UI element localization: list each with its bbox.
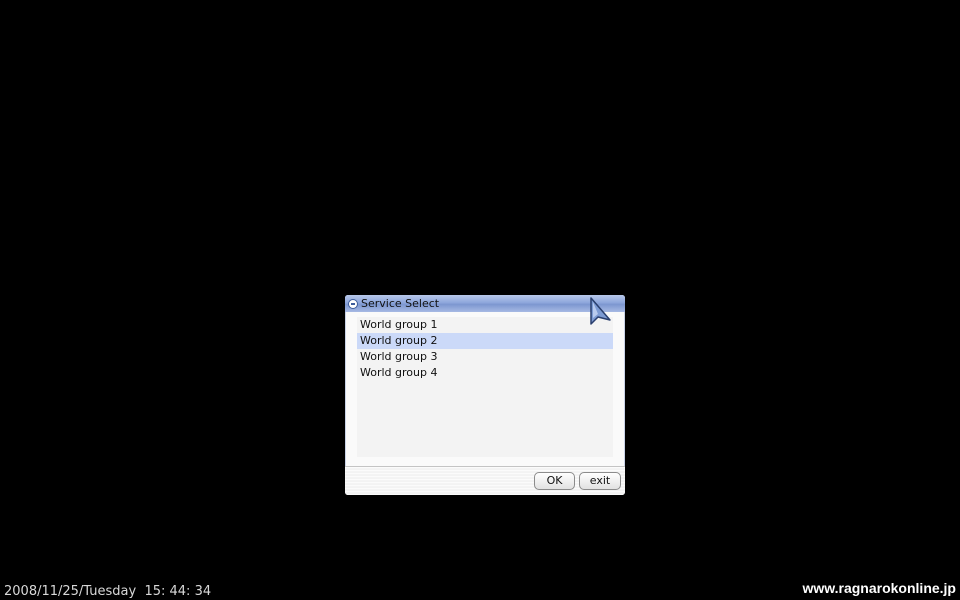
ok-button[interactable]: OK [534,472,575,490]
dialog-title: Service Select [361,297,440,310]
dialog-title-bar[interactable]: Service Select [345,295,625,312]
list-item-selected[interactable]: World group 2 [357,333,613,349]
list-item-label: World group 1 [360,318,438,331]
exit-button[interactable]: exit [579,472,621,490]
service-select-dialog: Service Select World group 1 World group… [345,295,625,495]
minimize-icon[interactable] [348,298,358,309]
list-item-label: World group 4 [360,366,438,379]
list-item[interactable]: World group 1 [357,317,613,333]
dialog-footer: OK exit [345,466,625,495]
list-item[interactable]: World group 4 [357,365,613,381]
mouse-cursor-icon [590,297,611,325]
list-item-label: World group 2 [360,334,438,347]
service-list[interactable]: World group 1 World group 2 World group … [357,317,613,457]
game-screen: Service Select World group 1 World group… [0,0,960,600]
site-url-text: www.ragnarokonline.jp [802,580,956,596]
list-item-label: World group 3 [360,350,438,363]
list-item[interactable]: World group 3 [357,349,613,365]
timestamp-text: 2008/11/25/Tuesday 15: 44: 34 [4,584,212,599]
